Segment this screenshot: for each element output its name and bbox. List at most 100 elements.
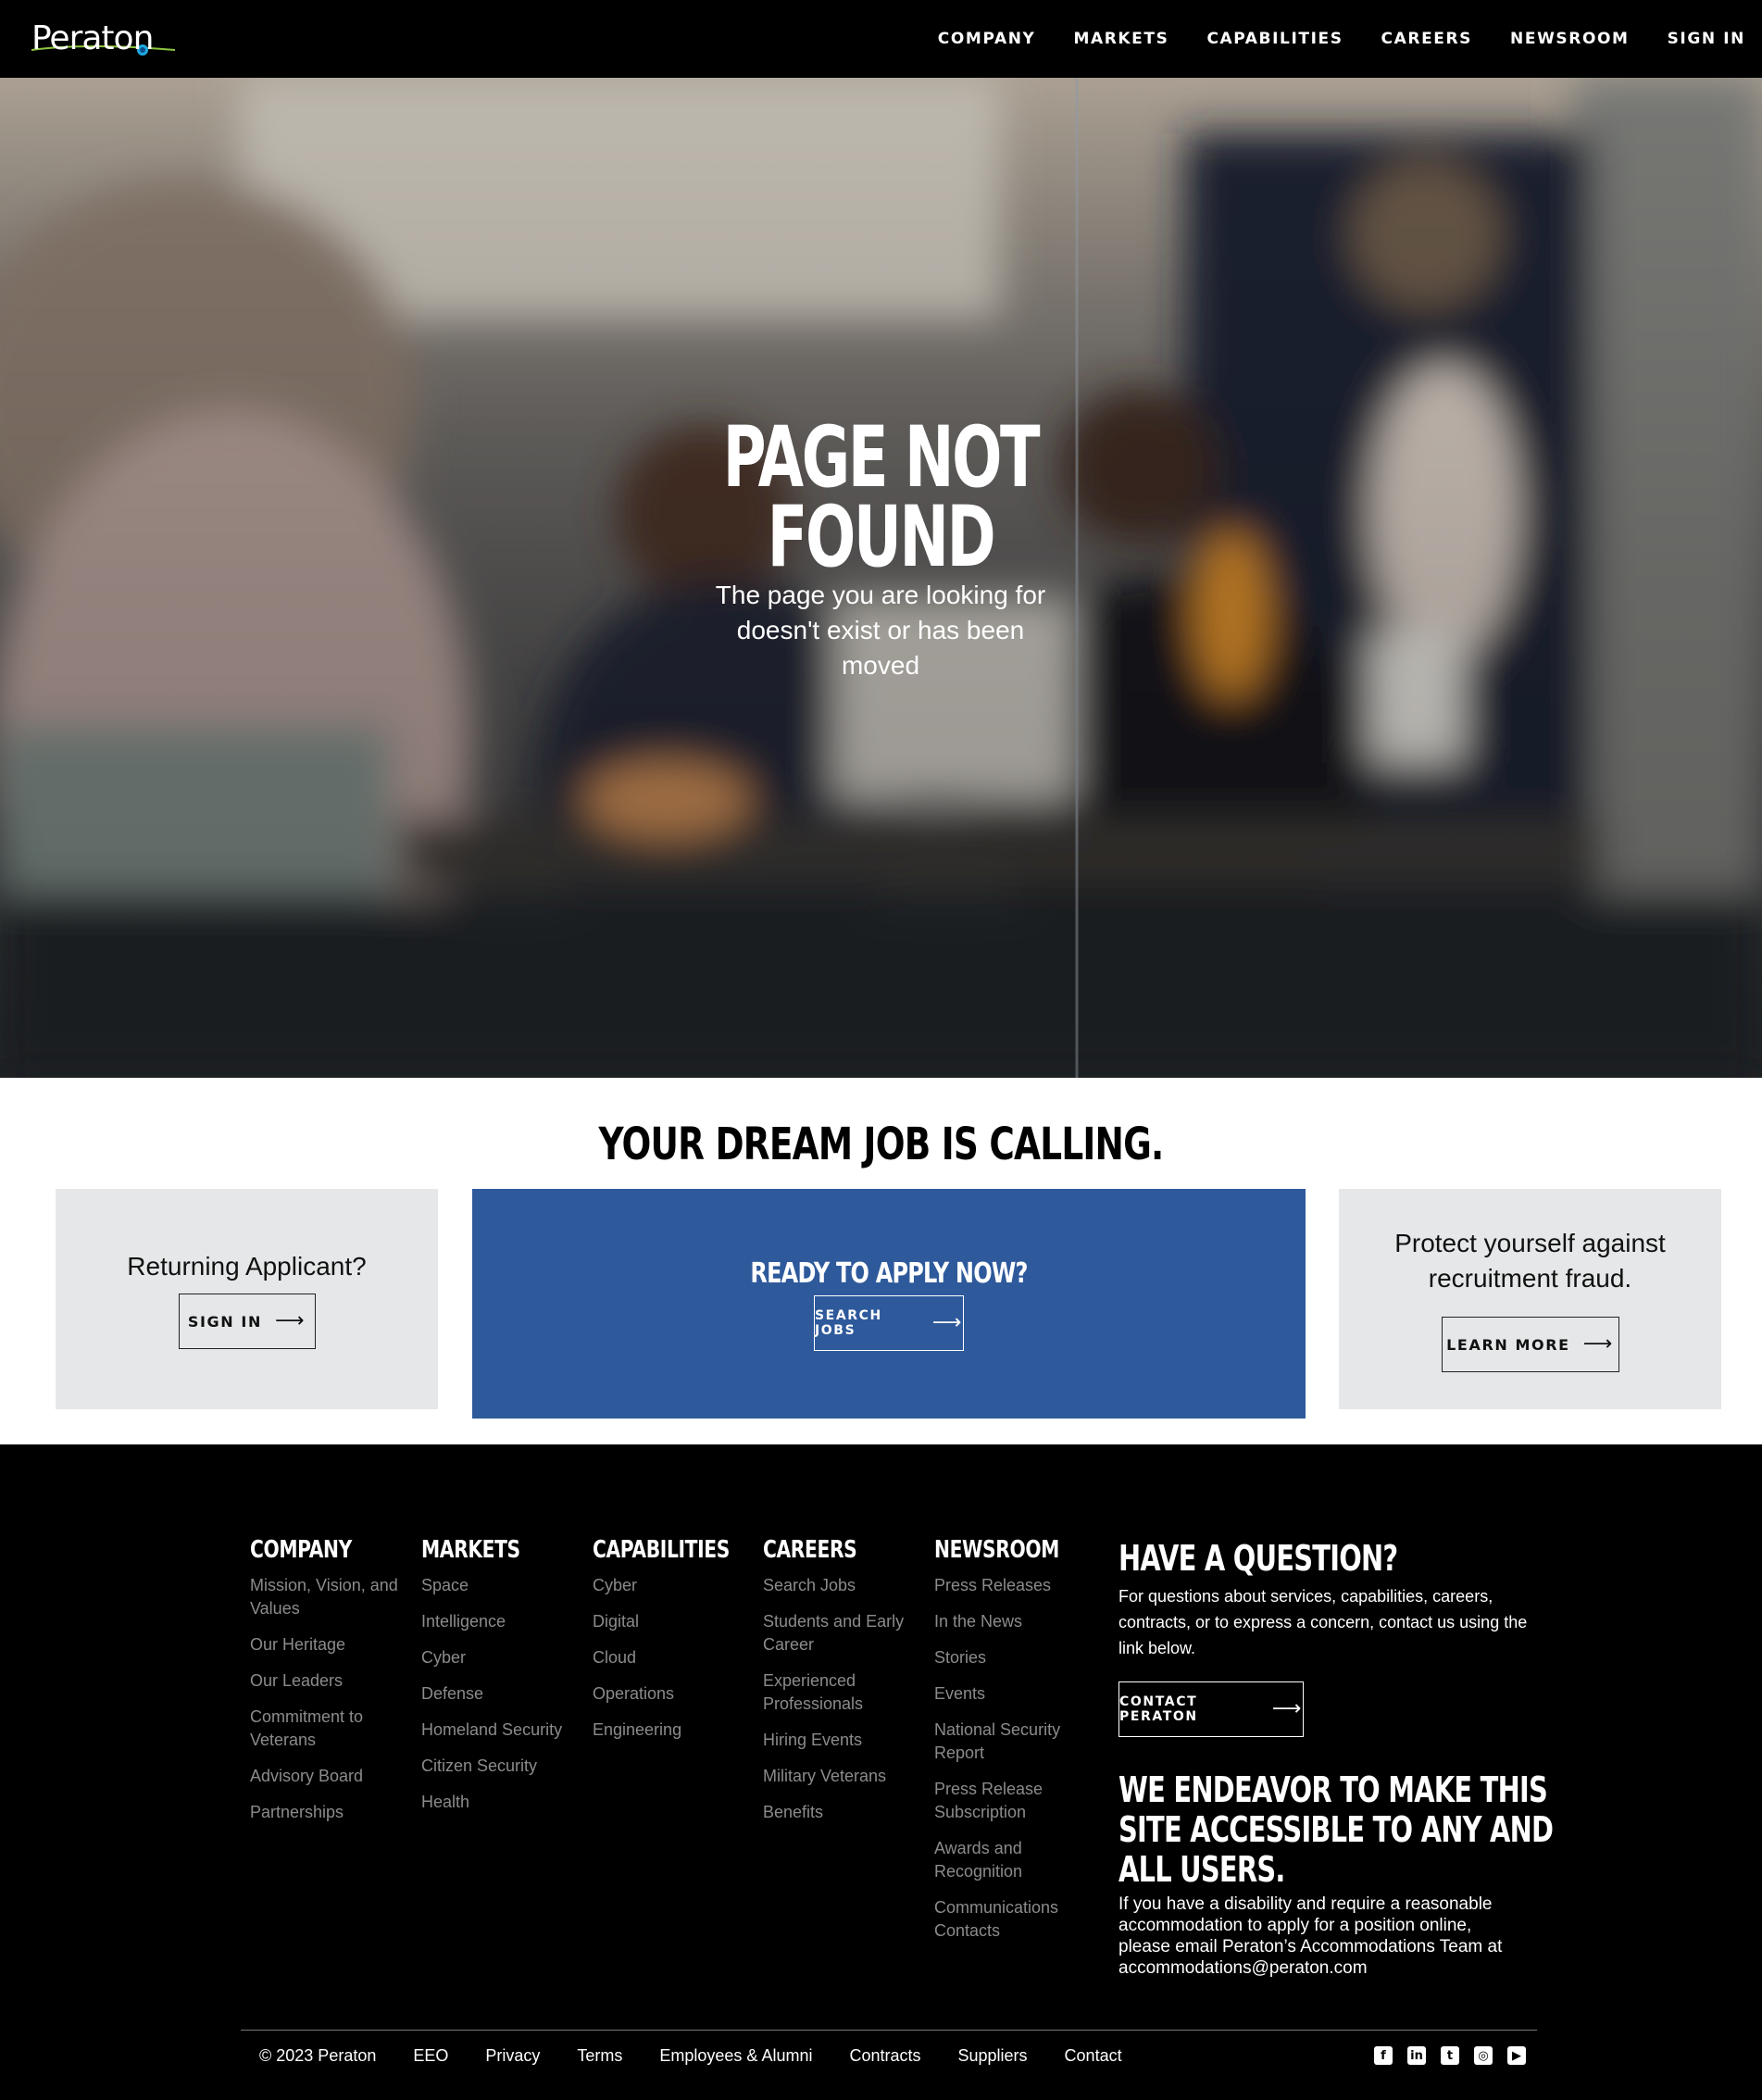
peraton-logo[interactable]: Peraton <box>31 17 189 61</box>
footer-link-list: Press Releases In the News Stories Event… <box>934 1574 1082 1943</box>
accessibility-heading-line-1: WE ENDEAVOR TO MAKE THIS <box>1118 1769 1548 1810</box>
footer-link[interactable]: Hiring Events <box>763 1729 920 1752</box>
footer-link[interactable]: Cyber <box>421 1646 579 1669</box>
footer-link[interactable]: Digital <box>593 1610 750 1633</box>
footer-link-list: Search Jobs Students and Early Career Ex… <box>763 1574 920 1824</box>
footer-link[interactable]: Mission, Vision, and Values <box>250 1574 407 1620</box>
hero-banner: PAGE NOT FOUND The page you are looking … <box>0 78 1762 1078</box>
logo-text: Peraton <box>31 19 154 57</box>
recruitment-fraud-card: Protect yourself against recruitment fra… <box>1339 1189 1721 1409</box>
footer-link[interactable]: Health <box>421 1791 579 1814</box>
returning-applicant-text: Returning Applicant? <box>127 1252 367 1281</box>
returning-applicant-card: Returning Applicant? SIGN IN ⟶ <box>56 1189 438 1409</box>
footer-link[interactable]: Commitment to Veterans <box>250 1706 407 1752</box>
footer-heading: CAREERS <box>763 1536 857 1564</box>
apply-now-heading: READY TO APPLY NOW? <box>750 1257 1028 1290</box>
footer-column-company: COMPANY Mission, Vision, and Values Our … <box>250 1535 407 1837</box>
linkedin-icon[interactable]: in <box>1407 2046 1426 2065</box>
footer-column-capabilities: CAPABILITIES Cyber Digital Cloud Operati… <box>593 1535 750 1755</box>
footer-link[interactable]: Press Release Subscription <box>934 1778 1082 1824</box>
footer-column-newsroom: NEWSROOM Press Releases In the News Stor… <box>934 1535 1082 1956</box>
footer-link-terms[interactable]: Terms <box>577 2046 622 2066</box>
nav-sign-in[interactable]: SIGN IN <box>1668 30 1745 48</box>
facebook-icon[interactable]: f <box>1374 2046 1393 2065</box>
nav-markets[interactable]: MARKETS <box>1073 30 1168 48</box>
accessibility-heading: WE ENDEAVOR TO MAKE THIS SITE ACCESSIBLE… <box>1118 1769 1554 1890</box>
footer-link-list: Space Intelligence Cyber Defense Homelan… <box>421 1574 579 1814</box>
question-heading: HAVE A QUESTION? <box>1118 1538 1398 1579</box>
footer-link-eeo[interactable]: EEO <box>413 2046 448 2066</box>
nav-company[interactable]: COMPANY <box>938 30 1036 48</box>
footer-link[interactable]: Search Jobs <box>763 1574 920 1597</box>
title-line-2: FOUND <box>767 489 996 586</box>
footer-heading: NEWSROOM <box>934 1536 1059 1564</box>
arrow-right-icon: ⟶ <box>931 1311 963 1334</box>
footer-link-list: Mission, Vision, and Values Our Heritage… <box>250 1574 407 1824</box>
copyright-text: © 2023 Peraton <box>259 2046 377 2065</box>
recruitment-fraud-text: Protect yourself against recruitment fra… <box>1394 1229 1666 1293</box>
footer-link[interactable]: Our Heritage <box>250 1633 407 1656</box>
question-panel: HAVE A QUESTION? For questions about ser… <box>1118 1537 1554 1979</box>
footer-link-list: Cyber Digital Cloud Operations Engineeri… <box>593 1574 750 1742</box>
learn-more-button[interactable]: LEARN MORE ⟶ <box>1441 1317 1619 1372</box>
footer-heading: COMPANY <box>250 1536 352 1564</box>
footer-link[interactable]: Cloud <box>593 1646 750 1669</box>
social-links: f in t ◎ ▶ <box>1374 2046 1526 2065</box>
footer-link[interactable]: Benefits <box>763 1801 920 1824</box>
learn-more-label: LEARN MORE <box>1446 1335 1570 1354</box>
contact-peraton-button[interactable]: CONTACT PERATON ⟶ <box>1118 1681 1304 1737</box>
arrow-right-icon: ⟶ <box>274 1309 306 1332</box>
footer-heading: MARKETS <box>421 1536 520 1564</box>
footer-link-contact[interactable]: Contact <box>1065 2046 1122 2066</box>
footer-column-markets: MARKETS Space Intelligence Cyber Defense… <box>421 1535 579 1827</box>
contact-peraton-label: CONTACT PERATON <box>1119 1694 1198 1724</box>
apply-now-card: READY TO APPLY NOW? SEARCH JOBS ⟶ <box>472 1189 1306 1419</box>
footer-link[interactable]: Events <box>934 1682 1082 1706</box>
dream-job-section: YOUR DREAM JOB IS CALLING. Returning App… <box>0 1078 1762 1444</box>
footer-link[interactable]: Advisory Board <box>250 1765 407 1788</box>
search-jobs-button[interactable]: SEARCH JOBS ⟶ <box>814 1295 964 1351</box>
footer-link[interactable]: National Security Report <box>934 1719 1082 1765</box>
footer-divider <box>241 2030 1537 2031</box>
footer-heading: CAPABILITIES <box>593 1536 730 1564</box>
footer-link-employees-alumni[interactable]: Employees & Alumni <box>659 2046 812 2066</box>
sign-in-button[interactable]: SIGN IN ⟶ <box>178 1294 316 1349</box>
question-text: For questions about services, capabiliti… <box>1118 1587 1528 1657</box>
footer-link[interactable]: Press Releases <box>934 1574 1082 1597</box>
footer-link[interactable]: Partnerships <box>250 1801 407 1824</box>
footer-link-privacy[interactable]: Privacy <box>485 2046 540 2066</box>
dream-job-title: YOUR DREAM JOB IS CALLING. <box>598 1119 1165 1170</box>
footer-link[interactable]: Cyber <box>593 1574 750 1597</box>
footer-link[interactable]: Citizen Security <box>421 1755 579 1778</box>
footer-link[interactable]: Awards and Recognition <box>934 1837 1082 1883</box>
nav-careers[interactable]: CAREERS <box>1381 30 1472 48</box>
site-footer: COMPANY Mission, Vision, and Values Our … <box>0 1444 1762 2100</box>
instagram-icon[interactable]: ◎ <box>1474 2046 1493 2065</box>
footer-link[interactable]: Intelligence <box>421 1610 579 1633</box>
footer-link[interactable]: In the News <box>934 1610 1082 1633</box>
accessibility-heading-line-3: ALL USERS. <box>1118 1849 1285 1890</box>
footer-link[interactable]: Students and Early Career <box>763 1610 920 1656</box>
footer-link[interactable]: Homeland Security <box>421 1719 579 1742</box>
footer-link[interactable]: Engineering <box>593 1719 750 1742</box>
page-title: PAGE NOT FOUND <box>664 416 1097 586</box>
footer-link[interactable]: Space <box>421 1574 579 1597</box>
footer-link-suppliers[interactable]: Suppliers <box>958 2046 1028 2066</box>
nav-capabilities[interactable]: CAPABILITIES <box>1206 30 1343 48</box>
footer-link[interactable]: Communications Contacts <box>934 1896 1082 1943</box>
footer-column-careers: CAREERS Search Jobs Students and Early C… <box>763 1535 920 1837</box>
sign-in-label: SIGN IN <box>187 1312 262 1331</box>
nav-newsroom[interactable]: NEWSROOM <box>1510 30 1630 48</box>
accessibility-heading-line-2: SITE ACCESSIBLE TO ANY AND <box>1118 1809 1554 1850</box>
youtube-icon[interactable]: ▶ <box>1507 2046 1526 2065</box>
footer-link[interactable]: Military Veterans <box>763 1765 920 1788</box>
footer-link[interactable]: Defense <box>421 1682 579 1706</box>
twitter-icon[interactable]: t <box>1441 2046 1459 2065</box>
footer-link-contracts[interactable]: Contracts <box>849 2046 920 2066</box>
footer-link[interactable]: Stories <box>934 1646 1082 1669</box>
footer-link[interactable]: Our Leaders <box>250 1669 407 1693</box>
footer-link[interactable]: Operations <box>593 1682 750 1706</box>
footer-link[interactable]: Experienced Professionals <box>763 1669 920 1716</box>
footer-bottom-links: © 2023 Peraton EEO Privacy Terms Employe… <box>259 2046 1122 2066</box>
accessibility-text: If you have a disability and require a r… <box>1118 1894 1503 1978</box>
